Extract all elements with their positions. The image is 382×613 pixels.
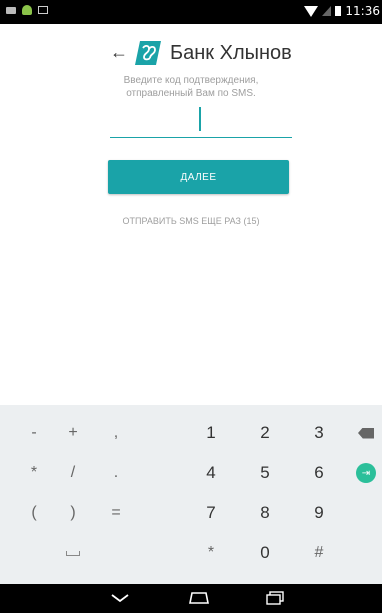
system-icons: 11:36 — [304, 4, 380, 18]
key-2[interactable]: 2 — [245, 413, 285, 453]
key-close-paren[interactable]: ) — [53, 493, 93, 533]
notification-icons — [6, 5, 48, 15]
navigation-bar — [0, 584, 382, 613]
key-0[interactable]: 0 — [245, 533, 285, 573]
space-icon — [66, 550, 80, 556]
nav-recent-icon[interactable] — [266, 591, 284, 605]
status-time: 11:36 — [345, 4, 380, 18]
key-equals[interactable]: = — [96, 493, 136, 533]
hint-line-2: отправленный Вам по SMS. — [126, 88, 256, 99]
key-period[interactable]: . — [96, 453, 136, 493]
signal-icon — [322, 6, 332, 16]
key-hash[interactable]: # — [299, 533, 339, 573]
message-icon — [6, 6, 16, 14]
bank-logo-icon — [135, 41, 161, 65]
android-icon — [22, 5, 32, 15]
key-9[interactable]: 9 — [299, 493, 339, 533]
sms-code-input[interactable] — [110, 105, 292, 138]
next-field-key[interactable]: ⇥ — [346, 453, 382, 493]
next-arrow-icon: ⇥ — [356, 463, 376, 483]
key-3[interactable]: 3 — [299, 413, 339, 453]
backspace-key[interactable] — [346, 413, 382, 453]
key-5[interactable]: 5 — [245, 453, 285, 493]
key-asterisk[interactable]: * — [14, 453, 54, 493]
numeric-keyboard: - + , 1 2 3 * / . 4 5 6 ⇥ ( ) = 7 8 9 * … — [0, 405, 382, 584]
next-button[interactable]: ДАЛЕЕ — [108, 160, 289, 194]
key-7[interactable]: 7 — [191, 493, 231, 533]
key-6[interactable]: 6 — [299, 453, 339, 493]
key-star[interactable]: * — [191, 533, 231, 573]
key-1[interactable]: 1 — [191, 413, 231, 453]
sms-hint: Введите код подтверждения, отправленный … — [0, 74, 382, 100]
bank-name: Банк Хлынов — [170, 42, 292, 64]
back-arrow-icon[interactable]: ← — [110, 42, 128, 63]
battery-icon — [335, 6, 342, 16]
key-comma[interactable]: , — [96, 413, 136, 453]
wifi-icon — [304, 5, 319, 17]
key-slash[interactable]: / — [53, 453, 93, 493]
app-header: ← Банк Хлынов — [0, 40, 382, 70]
hint-line-1: Введите код подтверждения, — [123, 75, 259, 86]
nav-home-icon[interactable] — [188, 591, 210, 605]
key-8[interactable]: 8 — [245, 493, 285, 533]
image-icon — [38, 6, 48, 14]
text-cursor — [199, 107, 201, 131]
key-4[interactable]: 4 — [191, 453, 231, 493]
key-plus[interactable]: + — [53, 413, 93, 453]
key-minus[interactable]: - — [14, 413, 54, 453]
key-open-paren[interactable]: ( — [14, 493, 54, 533]
space-key[interactable] — [53, 533, 93, 573]
backspace-icon — [358, 427, 374, 439]
resend-sms-link[interactable]: ОТПРАВИТЬ SMS ЕЩЕ РАЗ (15) — [0, 216, 382, 226]
nav-back-icon[interactable] — [110, 592, 130, 604]
status-bar: 11:36 — [0, 0, 382, 24]
